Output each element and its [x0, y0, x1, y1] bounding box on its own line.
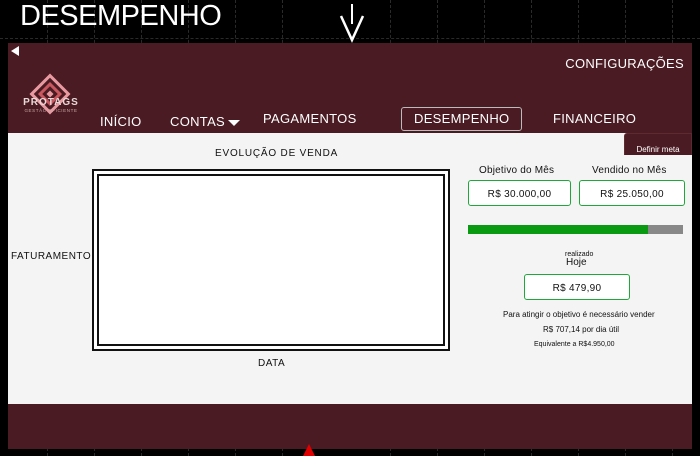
frame-title: DESEMPENHO [20, 0, 222, 32]
down-arrow-cursor-icon [339, 4, 365, 44]
sold-value: R$ 25.050,00 [579, 180, 685, 206]
app-window: PROTAGS GESTÃO EFICIENTE CONFIGURAÇÕES I… [8, 43, 692, 449]
nav-financeiro[interactable]: FINANCEIRO [553, 111, 636, 126]
logo-icon [29, 73, 71, 115]
equivalent-amount: Equivalente a R$4.950,00 [534, 341, 615, 348]
nav-pagamentos[interactable]: PAGAMENTOS [263, 111, 357, 126]
logo-tagline: GESTÃO EFICIENTE [24, 108, 78, 113]
main-content: EVOLUÇÃO DE VENDA FATURAMENTO DATA Objet… [8, 133, 692, 404]
nav-desempenho[interactable]: DESEMPENHO [401, 107, 523, 131]
logo-name: PROTAGS [23, 97, 79, 108]
nav-inicio[interactable]: INÍCIO [100, 114, 142, 129]
sales-chart [92, 169, 450, 351]
chevron-down-icon [228, 119, 241, 126]
nav-contas[interactable]: CONTAS [170, 114, 241, 129]
daily-target: R$ 707,14 por dia útil [543, 325, 620, 334]
chart-title: EVOLUÇÃO DE VENDA [215, 148, 339, 159]
today-value: R$ 479,90 [524, 274, 630, 300]
goal-progress-fill [468, 225, 648, 234]
define-goal-button[interactable]: Definir meta [624, 133, 692, 155]
back-arrow-icon[interactable] [11, 46, 19, 56]
chart-x-label: DATA [258, 358, 286, 369]
settings-link[interactable]: CONFIGURAÇÕES [565, 56, 684, 71]
goal-message: Para atingir o objetivo é necessário ven… [503, 310, 655, 319]
today-label: Hoje [566, 257, 587, 268]
goal-label: Objetivo do Mês [479, 165, 555, 176]
goal-value: R$ 30.000,00 [468, 180, 571, 206]
nav-contas-label: CONTAS [170, 114, 226, 129]
red-marker-icon [303, 444, 315, 456]
chart-y-label: FATURAMENTO [11, 251, 92, 262]
sold-label: Vendido no Mês [592, 165, 667, 176]
goal-progress-bar [468, 225, 683, 234]
chart-plot-area [97, 174, 445, 346]
